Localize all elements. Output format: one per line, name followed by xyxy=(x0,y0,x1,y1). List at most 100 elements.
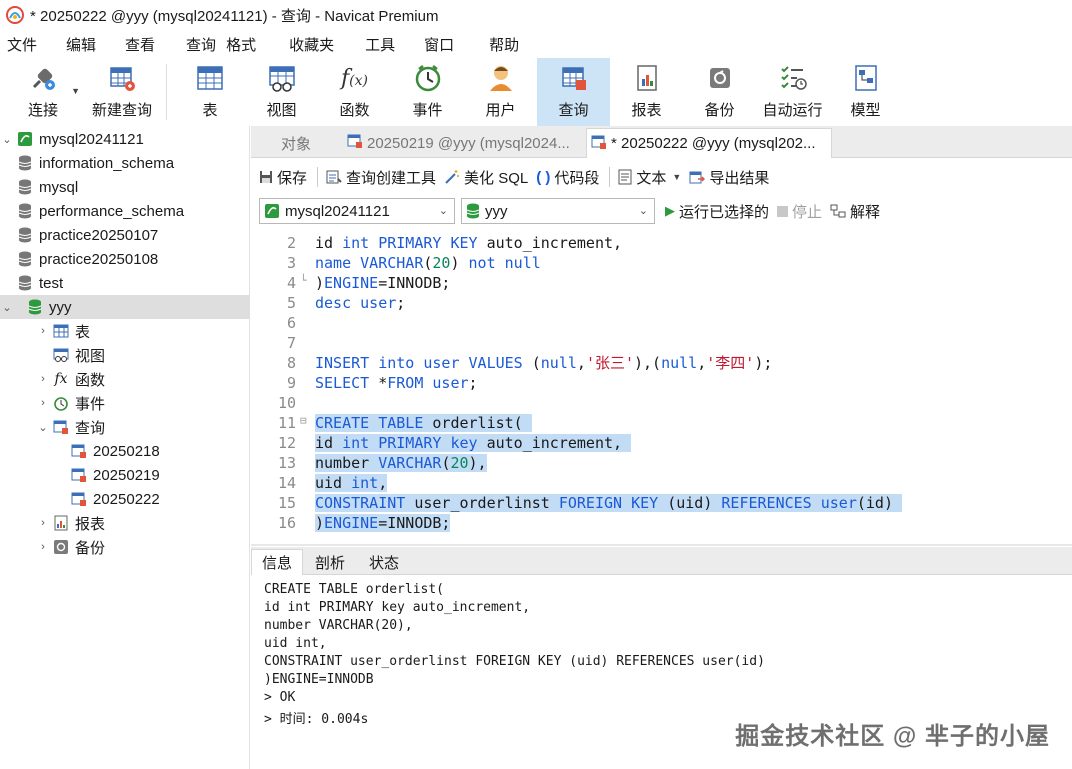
tree-tables[interactable]: › 表 xyxy=(0,319,250,343)
database-icon xyxy=(16,250,34,268)
menu-query[interactable]: 查询 xyxy=(155,34,216,55)
chevron-right-icon[interactable]: › xyxy=(36,541,50,553)
watermark: 掘金技术社区 @ 芈子的小屋 xyxy=(735,723,1050,750)
database-select[interactable]: yyy ⌄ xyxy=(461,198,655,224)
toolbar-divider xyxy=(317,167,319,187)
code-snippet-button[interactable]: ( ) 代码段 xyxy=(536,167,599,188)
automation-button[interactable]: 自动运行 xyxy=(756,58,829,126)
chevron-down-icon[interactable]: ⌄ xyxy=(36,421,50,434)
chevron-right-icon[interactable]: › xyxy=(36,325,50,337)
editor-line: 8 INSERT into user VALUES (null,'张三'),(n… xyxy=(286,354,773,372)
query-icon xyxy=(70,442,88,460)
result-tabs: 信息 剖析 状态 xyxy=(251,547,1072,575)
connection-select[interactable]: mysql20241121 ⌄ xyxy=(259,198,455,224)
tab-query-20250222[interactable]: * 20250222 @yyy (mysql202... xyxy=(586,128,832,158)
run-selected-button[interactable]: ▶ 运行已选择的 xyxy=(665,201,769,222)
tab-status[interactable]: 状态 xyxy=(359,549,409,575)
output-line: CONSTRAINT user_orderlinst FOREIGN KEY (… xyxy=(264,654,765,669)
mysql-connection-icon xyxy=(16,130,34,148)
window-title: * 20250222 @yyy (mysql20241121) - 查询 - N… xyxy=(30,7,439,25)
chevron-right-icon[interactable]: › xyxy=(36,373,50,385)
event-button[interactable]: 事件 xyxy=(391,58,464,126)
tree-functions[interactable]: › fx 函数 xyxy=(0,367,250,391)
tab-objects[interactable]: 对象 xyxy=(281,128,341,158)
table-button[interactable]: 表 xyxy=(175,58,245,126)
chevron-right-icon[interactable]: › xyxy=(36,397,50,409)
backup-icon xyxy=(52,538,70,556)
menu-edit[interactable]: 编辑 xyxy=(37,34,96,55)
save-icon xyxy=(259,170,273,184)
chevron-down-icon[interactable]: ⌄ xyxy=(0,301,14,314)
function-icon: f(x) xyxy=(341,65,368,91)
new-query-icon xyxy=(107,63,137,93)
menu-window[interactable]: 窗口 xyxy=(395,34,454,55)
menu-favorites[interactable]: 收藏夹 xyxy=(256,34,334,55)
view-button[interactable]: 视图 xyxy=(245,58,318,126)
backup-button[interactable]: 备份 xyxy=(683,58,756,126)
tree-db-selected[interactable]: ⌄ yyy xyxy=(0,295,250,319)
export-results-button[interactable]: 导出结果 xyxy=(689,167,769,188)
tree-query-item[interactable]: 20250218 xyxy=(0,439,250,463)
editor-line: 10 xyxy=(277,394,296,412)
tab-info[interactable]: 信息 xyxy=(251,549,304,575)
output-line: uid int, xyxy=(264,636,327,651)
tree-query-item[interactable]: 20250219 xyxy=(0,463,250,487)
menu-help[interactable]: 帮助 xyxy=(454,34,519,55)
beautify-sql-button[interactable]: 美化 SQL xyxy=(444,167,528,188)
new-query-button[interactable]: 新建查询 xyxy=(86,58,158,126)
editor-line: 6 xyxy=(286,314,296,332)
tree-query-item[interactable]: 20250222 xyxy=(0,487,250,511)
database-icon xyxy=(16,274,34,292)
tree-db[interactable]: information_schema xyxy=(0,151,250,175)
clock-icon xyxy=(413,63,443,93)
tab-query-20250219[interactable]: 20250219 @yyy (mysql2024... xyxy=(343,128,583,158)
fold-toggle-icon[interactable]: ⊟ xyxy=(300,414,311,428)
query-button[interactable]: 查询 xyxy=(537,58,610,126)
menu-view[interactable]: 查看 xyxy=(96,34,155,55)
panel-splitter[interactable] xyxy=(251,544,1072,546)
menu-file[interactable]: 文件 xyxy=(0,34,37,55)
query-icon xyxy=(347,133,363,153)
user-button[interactable]: 用户 xyxy=(464,58,537,126)
tree-backups[interactable]: › 备份 xyxy=(0,535,250,559)
report-button[interactable]: 报表 xyxy=(610,58,683,126)
query-builder-button[interactable]: 查询创建工具 xyxy=(326,167,436,188)
dropdown-arrow-icon[interactable]: ▼ xyxy=(672,172,681,182)
model-button[interactable]: 模型 xyxy=(829,58,902,126)
sql-editor[interactable]: 2 id int PRIMARY KEY auto_increment, 3 n… xyxy=(251,230,1072,542)
save-button[interactable]: 保存 xyxy=(259,167,307,188)
function-button[interactable]: f(x) 函数 xyxy=(318,58,391,126)
toolbar-divider xyxy=(609,167,611,187)
editor-line: 3 name VARCHAR(20) not null xyxy=(286,254,541,272)
menu-tools[interactable]: 工具 xyxy=(334,34,395,55)
database-icon xyxy=(16,202,34,220)
tree-reports[interactable]: › 报表 xyxy=(0,511,250,535)
magic-wand-icon xyxy=(444,169,460,185)
tree-db[interactable]: performance_schema xyxy=(0,199,250,223)
tree-views[interactable]: 视图 xyxy=(0,343,250,367)
tree-db[interactable]: mysql xyxy=(0,175,250,199)
tree-db[interactable]: test xyxy=(0,271,250,295)
tree-events[interactable]: › 事件 xyxy=(0,391,250,415)
output-line: )ENGINE=INNODB xyxy=(264,672,374,687)
dropdown-arrow-icon[interactable]: ▼ xyxy=(71,86,80,96)
editor-line: 14 uid int, xyxy=(277,474,388,492)
query-icon xyxy=(559,63,589,93)
chevron-down-icon[interactable]: ⌄ xyxy=(0,133,14,146)
chevron-right-icon[interactable]: › xyxy=(36,517,50,529)
document-tabs: 对象 20250219 @yyy (mysql2024... * 2025022… xyxy=(251,126,1072,158)
database-icon xyxy=(16,154,34,172)
text-mode-button[interactable]: 文本 ▼ xyxy=(618,167,681,188)
explain-button[interactable]: 解释 xyxy=(830,201,880,222)
tree-queries[interactable]: ⌄ 查询 xyxy=(0,415,250,439)
tree-db[interactable]: practice20250107 xyxy=(0,223,250,247)
tree-db[interactable]: practice20250108 xyxy=(0,247,250,271)
connect-button[interactable]: 连接 ▼ xyxy=(0,58,86,126)
model-icon xyxy=(851,63,881,93)
editor-line: 7 xyxy=(286,334,296,352)
tab-profile[interactable]: 剖析 xyxy=(305,549,355,575)
tree-connection[interactable]: ⌄ mysql20241121 xyxy=(0,127,250,151)
stop-button[interactable]: 停止 xyxy=(777,201,822,222)
menu-format[interactable]: 格式 xyxy=(216,34,256,55)
code-snippet-icon: ( ) xyxy=(536,168,551,186)
